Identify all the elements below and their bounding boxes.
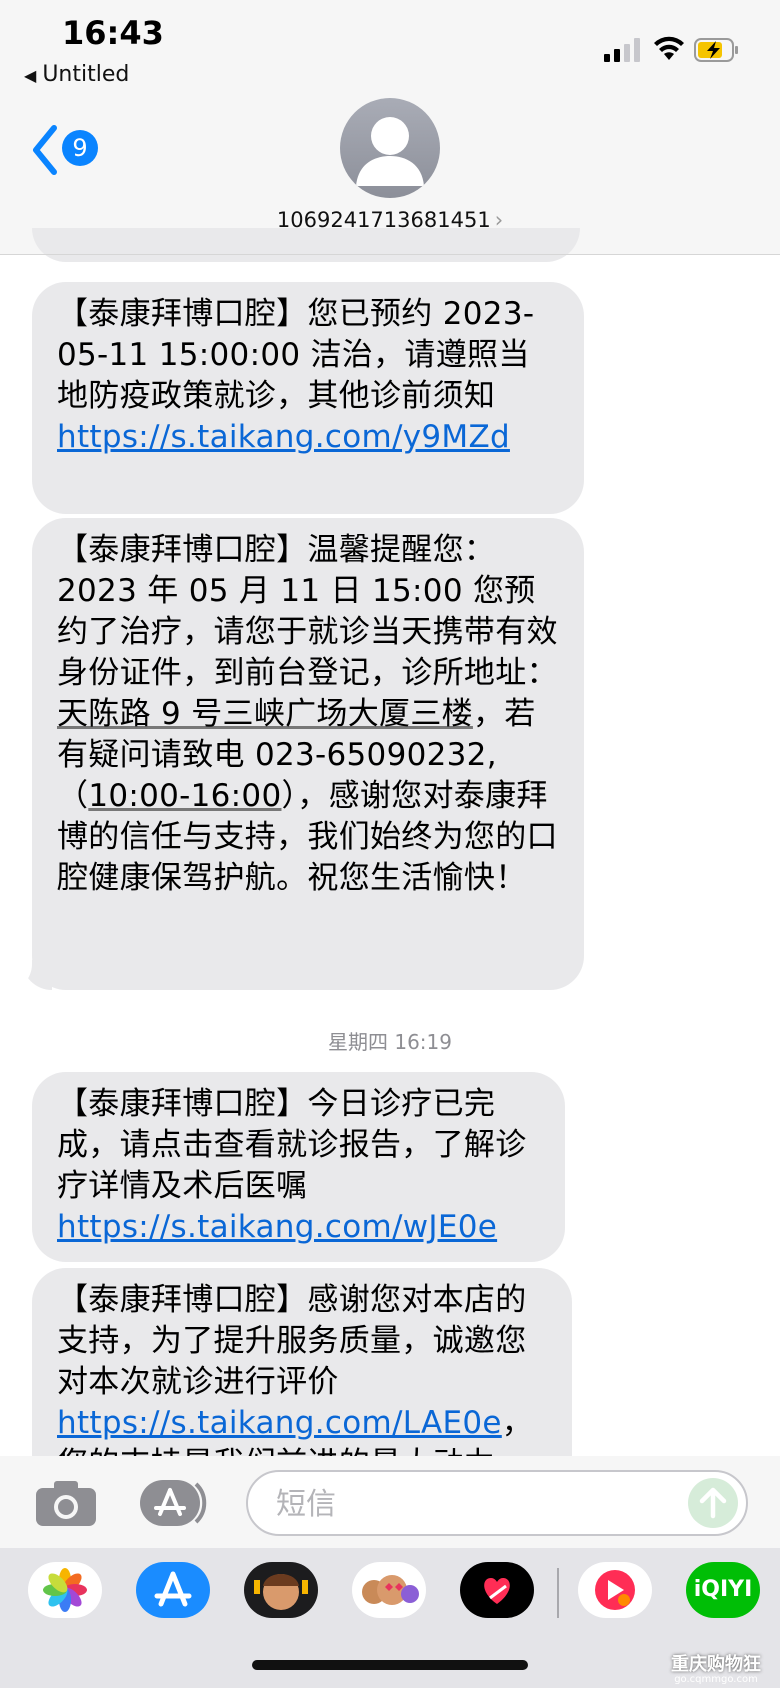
memoji-icon[interactable]: [244, 1562, 318, 1618]
message-bubble[interactable]: 【泰康拜博口腔】温馨提醒您：2023 年 05 月 11 日 15:00 您预约…: [32, 518, 584, 990]
battery-charging-icon: [694, 38, 738, 62]
back-to-app-link[interactable]: ◀ Untitled: [24, 62, 129, 87]
photos-app-icon[interactable]: [28, 1562, 102, 1618]
message-link[interactable]: https://s.taikang.com/LAE0e: [57, 1405, 502, 1441]
heart-icon: [484, 1578, 510, 1604]
contact-avatar[interactable]: [340, 98, 440, 198]
wifi-icon: [654, 36, 684, 60]
drawer-divider: [557, 1568, 559, 1618]
back-triangle-icon: ◀: [24, 66, 37, 85]
previous-message-bubble: [32, 228, 580, 262]
message-bubble[interactable]: 【泰康拜博口腔】您已预约 2023-05-11 15:00:00 洁治，请遵照当…: [32, 282, 584, 514]
message-link[interactable]: https://s.taikang.com/wJE0e: [57, 1209, 497, 1245]
message-link[interactable]: https://s.taikang.com/y9MZd: [57, 419, 510, 455]
digital-touch-icon[interactable]: [460, 1562, 534, 1618]
music-app-icon[interactable]: [578, 1562, 652, 1618]
animoji-icon[interactable]: [352, 1562, 426, 1618]
message-text: 【泰康拜博口腔】您已预约 2023-05-11 15:00:00 洁治，请遵照当…: [57, 296, 535, 414]
imessage-app-drawer: iQIYI 重庆购物狂 go.cqmmgo.com: [0, 1548, 780, 1688]
message-bubble[interactable]: 【泰康拜博口腔】今日诊疗已完成，请点击查看就诊报告，了解诊疗详情及术后医嘱 ht…: [32, 1072, 565, 1262]
address-link[interactable]: 天陈路 9 号三峡广场大厦三楼: [57, 696, 473, 732]
message-text: 【泰康拜博口腔】今日诊疗已完成，请点击查看就诊报告，了解诊疗详情及术后医嘱: [57, 1086, 527, 1204]
person-icon: [356, 117, 424, 186]
message-input-bar: [0, 1456, 780, 1548]
watermark-title: 重庆购物狂: [671, 1654, 761, 1675]
photos-flower-icon: [43, 1568, 87, 1612]
animoji-face-icon: [362, 1575, 419, 1605]
home-indicator[interactable]: [252, 1660, 528, 1670]
conversation-header: 16:43 ◀ Untitled 9 1069241713681451 ›: [0, 0, 780, 255]
camera-icon[interactable]: [34, 1478, 98, 1528]
iqiyi-app-icon[interactable]: iQIYI: [686, 1562, 760, 1618]
bubble-tail-mask: [4, 952, 32, 992]
header-divider: [0, 254, 780, 255]
app-store-icon[interactable]: [136, 1562, 210, 1618]
music-note-icon: [595, 1570, 635, 1610]
unread-count-badge[interactable]: 9: [62, 130, 98, 166]
memoji-face-icon: [254, 1574, 308, 1610]
cellular-signal-icon: [604, 38, 640, 62]
message-input[interactable]: [274, 1482, 658, 1526]
app-store-a-icon: [154, 1571, 192, 1607]
watermark-url: go.cqmmgo.com: [674, 1674, 758, 1685]
hours-link[interactable]: 10:00-16:00: [88, 778, 281, 814]
status-time: 16:43: [62, 14, 164, 52]
message-field[interactable]: [246, 1470, 748, 1536]
message-text: 【泰康拜博口腔】温馨提醒您：2023 年 05 月 11 日 15:00 您预约…: [57, 532, 558, 691]
iqiyi-label: iQIYI: [693, 1577, 753, 1602]
message-timestamp: 星期四 16:19: [328, 1030, 452, 1054]
app-store-drawer-icon[interactable]: [138, 1478, 212, 1528]
send-button[interactable]: [688, 1478, 738, 1528]
message-text: 【泰康拜博口腔】感谢您对本店的支持，为了提升服务质量，诚邀您对本次就诊进行评价: [57, 1282, 527, 1400]
back-app-label: Untitled: [42, 62, 130, 87]
send-arrow-icon: [699, 1487, 727, 1519]
